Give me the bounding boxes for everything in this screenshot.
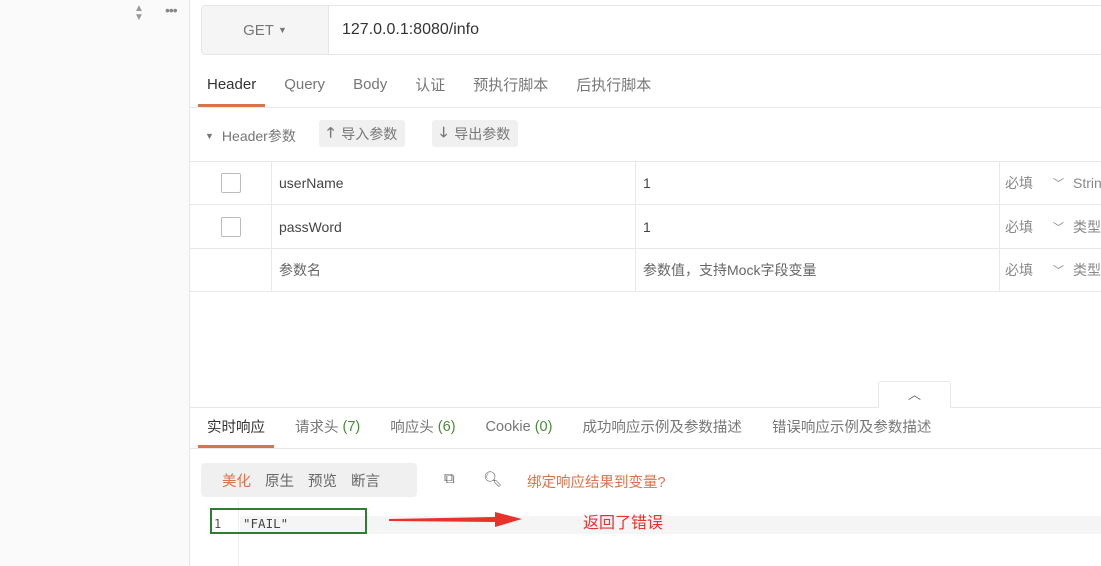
arrow-up-icon: 🡑 bbox=[327, 123, 335, 140]
divider bbox=[951, 407, 1101, 408]
tab-count: (0) bbox=[534, 418, 553, 435]
param-name-input[interactable]: passWord bbox=[272, 205, 636, 248]
tab-label: 响应头 bbox=[390, 420, 434, 436]
tab-label: 成功响应示例及参数描述 bbox=[582, 420, 742, 436]
bind-response-link[interactable]: 绑定响应结果到变量? bbox=[527, 471, 666, 492]
tab-success-example[interactable]: 成功响应示例及参数描述 bbox=[573, 405, 751, 448]
export-params-button[interactable]: 🡓 导出参数 bbox=[432, 120, 519, 147]
caret-down-icon: ▼ bbox=[277, 25, 287, 35]
tab-label: 实时响应 bbox=[207, 420, 265, 436]
tab-post-script[interactable]: 后执行脚本 bbox=[567, 62, 660, 107]
view-mode-preview[interactable]: 预览 bbox=[308, 470, 337, 491]
table-row: userName 1 必填 ﹀ String bbox=[190, 161, 1101, 205]
tab-label: 请求头 bbox=[295, 420, 339, 436]
tab-response-headers[interactable]: 响应头 (6) bbox=[381, 405, 464, 448]
required-select[interactable]: 必填 bbox=[1005, 260, 1033, 280]
divider bbox=[190, 448, 1101, 449]
view-mode-raw[interactable]: 原生 bbox=[265, 470, 294, 491]
param-value-placeholder[interactable]: 参数值，支持Mock字段变量 bbox=[636, 249, 1000, 291]
arrow-down-icon: 🡓 bbox=[440, 123, 448, 140]
param-checkbox[interactable] bbox=[220, 216, 241, 237]
tab-realtime-response[interactable]: 实时响应 bbox=[198, 405, 274, 448]
chevron-down-icon[interactable]: ﹀ bbox=[1053, 219, 1064, 235]
tab-error-example[interactable]: 错误响应示例及参数描述 bbox=[763, 405, 941, 448]
export-label: 导出参数 bbox=[454, 125, 511, 142]
table-row-new: 参数名 参数值，支持Mock字段变量 必填 ﹀ 类型 bbox=[190, 249, 1101, 292]
import-params-button[interactable]: 🡑 导入参数 bbox=[319, 120, 406, 147]
param-checkbox[interactable] bbox=[220, 172, 241, 193]
annotation-text: 返回了错误 bbox=[583, 515, 664, 532]
view-mode-group: 美化 原生 预览 断言 bbox=[201, 463, 417, 497]
required-select[interactable]: 必填 bbox=[1005, 173, 1033, 193]
method-select[interactable]: GET ▼ bbox=[202, 6, 329, 54]
red-arrow bbox=[389, 512, 522, 527]
param-name-input[interactable]: userName bbox=[272, 161, 636, 204]
response-tabs: 实时响应 请求头 (7) 响应头 (6) Cookie (0) 成功响应示例及参… bbox=[198, 405, 940, 448]
tab-label: Cookie bbox=[485, 418, 531, 435]
param-value-input[interactable]: 1 bbox=[636, 161, 1000, 204]
required-select[interactable]: 必填 bbox=[1005, 217, 1033, 237]
tab-label: 错误响应示例及参数描述 bbox=[771, 420, 932, 436]
chevron-down-icon[interactable]: ﹀ bbox=[1053, 175, 1064, 191]
chevron-down-icon[interactable]: ﹀ bbox=[1053, 262, 1064, 278]
sort-icon[interactable]: ▲ ▼ bbox=[134, 4, 144, 23]
collapse-panel-button[interactable]: ︿ bbox=[878, 381, 951, 408]
tab-body[interactable]: Body bbox=[344, 62, 396, 107]
highlight-box bbox=[210, 508, 367, 534]
method-label: GET bbox=[243, 21, 274, 39]
divider bbox=[190, 107, 1101, 108]
ellipsis-icon[interactable]: ••• bbox=[165, 2, 178, 18]
param-value-input[interactable]: 1 bbox=[636, 205, 1000, 248]
caret-down-icon: ▼ bbox=[205, 131, 214, 141]
table-row: passWord 1 必填 ﹀ 类型 bbox=[190, 205, 1101, 249]
arrow-annotation bbox=[389, 512, 522, 527]
tab-request-headers[interactable]: 请求头 (7) bbox=[286, 405, 369, 448]
copy-icon[interactable]: ⧉ bbox=[444, 470, 455, 487]
chevron-up-icon: ︿ bbox=[907, 387, 921, 402]
search-icon[interactable]: 🔍︎ bbox=[483, 470, 502, 488]
tab-cookie[interactable]: Cookie (0) bbox=[477, 405, 562, 448]
tab-header[interactable]: Header bbox=[198, 62, 266, 107]
type-select[interactable]: String bbox=[1073, 175, 1101, 191]
sidebar: ▲ ▼ ••• bbox=[0, 0, 190, 566]
type-select[interactable]: 类型 bbox=[1073, 260, 1101, 280]
view-mode-assert[interactable]: 断言 bbox=[351, 470, 380, 491]
url-input[interactable]: 127.0.0.1:8080/info bbox=[329, 6, 479, 54]
tab-count: (6) bbox=[437, 418, 456, 435]
tab-auth[interactable]: 认证 bbox=[406, 62, 454, 107]
tab-query[interactable]: Query bbox=[275, 62, 334, 107]
type-select[interactable]: 类型 bbox=[1073, 217, 1101, 237]
url-bar: GET ▼ 127.0.0.1:8080/info bbox=[201, 5, 1101, 55]
tab-pre-script[interactable]: 预执行脚本 bbox=[464, 62, 557, 107]
request-tabs: Header Query Body 认证 预执行脚本 后执行脚本 bbox=[198, 62, 660, 107]
import-label: 导入参数 bbox=[341, 125, 398, 142]
tab-count: (7) bbox=[342, 418, 361, 435]
view-mode-beautify[interactable]: 美化 bbox=[222, 470, 251, 491]
active-line-highlight bbox=[240, 516, 1101, 534]
section-title: Header参数 bbox=[221, 128, 296, 144]
param-name-placeholder[interactable]: 参数名 bbox=[272, 249, 636, 291]
header-params-toggle[interactable]: ▼ Header参数 bbox=[205, 126, 296, 146]
